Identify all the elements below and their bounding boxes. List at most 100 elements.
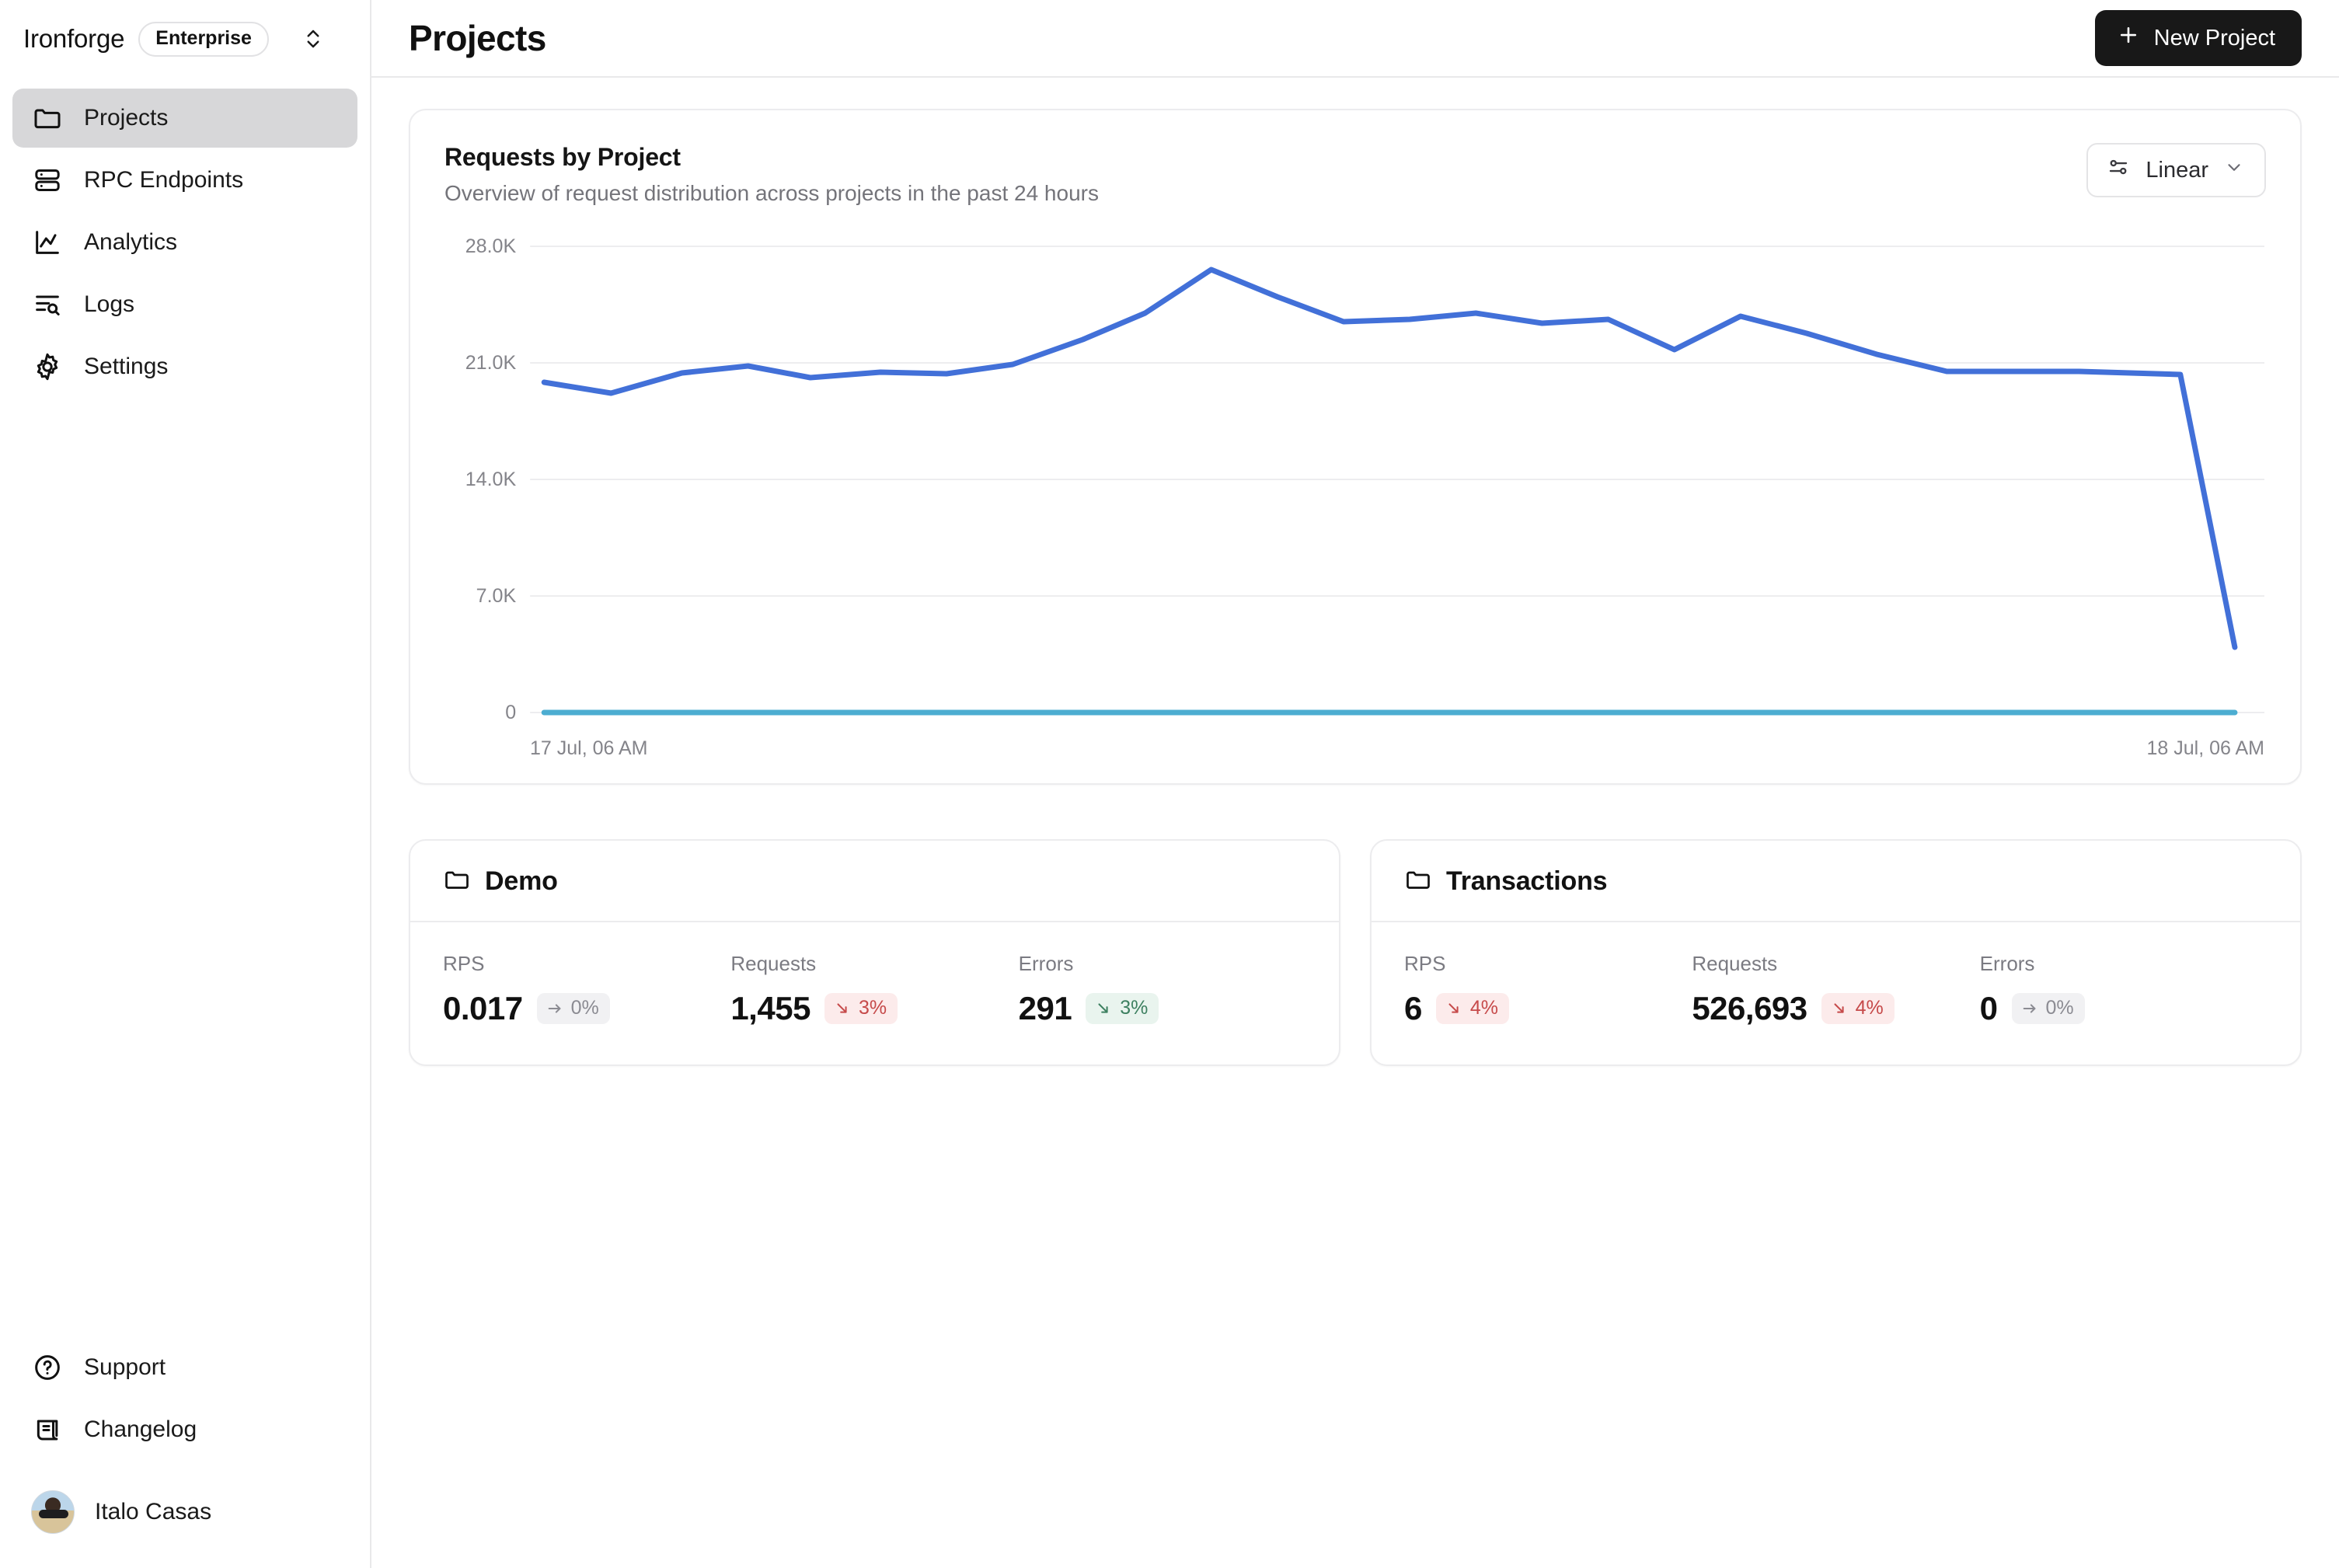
status-badge: 3% [824,993,898,1024]
content-area: Requests by Project Overview of request … [371,78,2339,1568]
stat-value: 291 [1018,990,1072,1026]
stat-label: Errors [1018,952,1074,975]
project-card-header: Demo [410,841,1339,922]
app-root: Ironforge Enterprise Projects RPC Endpoi… [0,0,2339,1568]
new-project-label: New Project [2153,25,2275,51]
status-badge: 4% [1435,993,1509,1024]
project-card-header: Transactions [1372,841,2300,922]
stat-requests: Requests 1,455 3% [730,952,1018,1027]
sliders-icon [2107,155,2130,185]
sidebar-item-label: RPC Endpoints [84,167,244,193]
arrow-down-right-icon [1831,1000,1848,1017]
stat-value: 0.017 [443,990,523,1026]
stat-delta: 4% [1855,997,1884,1019]
sidebar-item-label: Analytics [84,229,178,255]
sidebar-item-label: Projects [84,105,169,131]
arrow-down-right-icon [1095,1000,1112,1017]
arrow-right-icon [2021,1000,2038,1017]
arrow-down-right-icon [834,1000,851,1017]
top-bar: Projects New Project [371,0,2339,78]
stat-errors: Errors 0 0% [1980,952,2268,1027]
x-axis-label-start: 17 Jul, 06 AM [530,737,648,759]
stat-value: 0 [1979,990,1998,1026]
new-project-button[interactable]: New Project [2094,10,2302,66]
sidebar-item-analytics[interactable]: Analytics [12,213,357,272]
stat-label: RPS [443,952,485,975]
sidebar-item-changelog[interactable]: Changelog [12,1400,357,1459]
server-icon [31,164,64,197]
stat-label: Requests [1692,952,1778,975]
requests-by-project-card: Requests by Project Overview of request … [409,109,2302,785]
stat-delta: 0% [570,997,599,1019]
chart-plot-area: 28.0K 21.0K 14.0K 7.0K 0 17 Jul, 06 AM 1… [444,234,2266,760]
stat-rps: RPS 0.017 0% [443,952,730,1027]
stat-label: RPS [1404,952,1446,975]
sidebar-item-label: Settings [84,354,169,379]
project-card-transactions[interactable]: Transactions RPS 6 4% Requests 526,693 4… [1370,839,2302,1066]
chevron-up-down-icon[interactable] [302,26,325,52]
chart-subtitle: Overview of request distribution across … [444,181,1099,205]
primary-nav: Projects RPC Endpoints Analytics Logs Se… [0,78,370,396]
svg-text:0: 0 [505,702,516,723]
chevron-down-icon [2224,157,2244,183]
x-axis-label-end: 18 Jul, 06 AM [2146,737,2264,759]
plus-icon [2117,23,2140,53]
arrow-right-icon [546,1000,563,1017]
scale-label: Linear [2146,157,2208,183]
stat-label: Errors [1979,952,2035,975]
page-title: Projects [409,18,546,58]
folder-icon [1404,866,1432,897]
svg-text:21.0K: 21.0K [465,352,517,374]
stat-label: Requests [730,952,817,975]
chart-heading-group: Requests by Project Overview of request … [444,143,1099,206]
stat-value: 526,693 [1692,990,1807,1026]
scale-dropdown[interactable]: Linear [2086,143,2266,197]
user-profile[interactable]: Italo Casas [12,1479,357,1545]
question-circle-icon [31,1351,64,1384]
status-badge: 0% [2011,993,2085,1024]
secondary-nav: Support Changelog Italo Casas [0,1338,370,1568]
gear-icon [31,350,64,383]
stat-value: 1,455 [730,990,810,1026]
series-transactions [541,267,2238,650]
stat-delta: 0% [2045,997,2074,1019]
chart-line-icon [31,226,64,259]
stat-rps: RPS 6 4% [1404,952,1692,1027]
scroll-icon [31,1413,64,1446]
sidebar-item-label: Logs [84,291,135,317]
stat-value: 6 [1404,990,1422,1026]
stat-errors: Errors 291 3% [1019,952,1306,1027]
sidebar-item-logs[interactable]: Logs [12,275,357,334]
projects-list: Demo RPS 0.017 0% Requests 1,455 3% Erro… [409,839,2302,1066]
sidebar-item-projects[interactable]: Projects [12,89,357,148]
project-name: Demo [485,866,558,896]
sidebar-item-settings[interactable]: Settings [12,337,357,396]
log-search-icon [31,288,64,321]
stat-delta: 4% [1469,997,1498,1019]
chart-header: Requests by Project Overview of request … [444,143,2266,206]
chart-title: Requests by Project [444,143,681,171]
sidebar-item-label: Support [84,1354,166,1380]
status-badge: 3% [1086,993,1159,1024]
stat-delta: 3% [858,997,887,1019]
svg-text:28.0K: 28.0K [465,235,517,257]
status-badge: 4% [1821,993,1895,1024]
gridlines [530,246,2264,713]
user-name: Italo Casas [95,1499,212,1524]
sidebar-item-rpc-endpoints[interactable]: RPC Endpoints [12,151,357,210]
org-switcher[interactable]: Ironforge Enterprise [0,0,370,78]
project-name: Transactions [1446,866,1608,896]
main-area: Projects New Project Requests by Project… [371,0,2339,1568]
requests-line-chart[interactable]: 28.0K 21.0K 14.0K 7.0K 0 [444,234,2266,731]
sidebar-item-support[interactable]: Support [12,1338,357,1397]
project-stats: RPS 0.017 0% Requests 1,455 3% Errors 29… [410,922,1339,1064]
project-card-demo[interactable]: Demo RPS 0.017 0% Requests 1,455 3% Erro… [409,839,1340,1066]
project-stats: RPS 6 4% Requests 526,693 4% Errors 0 0% [1372,922,2300,1064]
avatar [31,1490,75,1534]
folder-icon [443,866,471,897]
status-badge: 0% [536,993,610,1024]
stat-requests: Requests 526,693 4% [1692,952,1979,1027]
svg-text:14.0K: 14.0K [465,469,517,490]
stat-delta: 3% [1120,997,1149,1019]
